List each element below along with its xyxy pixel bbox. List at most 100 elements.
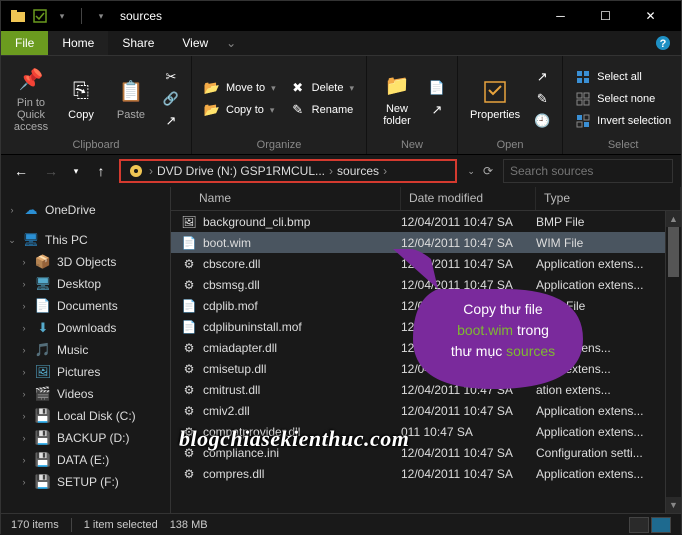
back-button[interactable]: ← [9, 159, 33, 183]
nav-item[interactable]: ›📄Documents [1, 295, 170, 317]
file-icon: 📄 [181, 235, 197, 251]
callout-line3: thư mục [451, 343, 506, 359]
file-type: Configuration setti... [536, 446, 681, 460]
nav-onedrive[interactable]: ›☁OneDrive [1, 199, 170, 221]
scroll-down-button[interactable]: ▼ [666, 497, 681, 513]
nav-item[interactable]: ›📦3D Objects [1, 251, 170, 273]
tab-view[interactable]: View [168, 31, 222, 55]
file-row[interactable]: ⚙cmiv2.dll12/04/2011 10:47 SAApplication… [171, 400, 681, 421]
address-bar-row: ← → ▾ ↑ › DVD Drive (N:) GSP1RMCUL... › … [1, 155, 681, 187]
col-header-date[interactable]: Date modified [401, 187, 536, 210]
scroll-thumb[interactable] [668, 227, 679, 277]
new-folder-button[interactable]: 📁 New folder [375, 70, 419, 129]
file-date: 011 10:47 SA [401, 425, 536, 439]
col-header-type[interactable]: Type [536, 187, 681, 210]
file-name: boot.wim [203, 236, 251, 250]
tab-share[interactable]: Share [108, 31, 168, 55]
ribbon-group-clipboard: 📌 Pin to Quick access ⎘ Copy 📋 Paste ✂ 🔗… [1, 56, 192, 154]
cut-icon: ✂ [163, 69, 179, 85]
file-date: 12/04/2011 10:47 SA [401, 404, 536, 418]
nav-item-icon: 🖥 [35, 276, 51, 292]
copy-to-button[interactable]: 📂Copy to▾ [200, 100, 280, 120]
nav-item-label: Videos [57, 387, 93, 401]
pin-to-quick-access-button[interactable]: 📌 Pin to Quick access [9, 64, 53, 135]
nav-item[interactable]: ›🎬Videos [1, 383, 170, 405]
clipboard-group-label: Clipboard [9, 138, 183, 152]
breadcrumb-folder[interactable]: sources [335, 164, 381, 178]
breadcrumb-sep[interactable]: › [381, 164, 389, 178]
file-icon: 📄 [181, 319, 197, 335]
breadcrumb-sep[interactable]: › [147, 164, 155, 178]
cut-button[interactable]: ✂ [159, 67, 183, 87]
file-name: cbscore.dll [203, 257, 260, 271]
new-folder-icon: 📁 [383, 72, 411, 100]
nav-item[interactable]: ›💾Local Disk (C:) [1, 405, 170, 427]
easy-access-button[interactable]: ↗ [425, 100, 449, 120]
nav-item[interactable]: ›🖥Desktop [1, 273, 170, 295]
col-header-name[interactable]: Name [171, 187, 401, 210]
tab-file[interactable]: File [1, 31, 48, 55]
up-button[interactable]: ↑ [89, 159, 113, 183]
ribbon: 📌 Pin to Quick access ⎘ Copy 📋 Paste ✂ 🔗… [1, 55, 681, 155]
ribbon-collapse-icon[interactable]: ⌄ [222, 31, 240, 55]
nav-item[interactable]: ›💾SETUP (F:) [1, 471, 170, 493]
recent-dropdown[interactable]: ▾ [69, 159, 83, 183]
view-large-button[interactable] [651, 517, 671, 533]
nav-item[interactable]: ›💾BACKUP (D:) [1, 427, 170, 449]
history-button[interactable]: 🕘 [530, 111, 554, 131]
rename-button[interactable]: ✎Rename [286, 100, 358, 120]
copy-path-button[interactable]: 🔗 [159, 89, 183, 109]
address-dropdown-icon[interactable]: ⌄ [467, 166, 475, 177]
qat-dropdown-icon[interactable]: ▾ [53, 7, 71, 25]
maximize-button[interactable]: ☐ [583, 1, 628, 31]
callout-line1: Copy thư file [463, 301, 542, 317]
edit-icon: ✎ [534, 91, 550, 107]
tab-home[interactable]: Home [48, 31, 108, 55]
view-details-button[interactable] [629, 517, 649, 533]
open-group-label: Open [466, 138, 554, 152]
nav-item-label: 3D Objects [57, 255, 116, 269]
copy-button[interactable]: ⎘ Copy [59, 76, 103, 123]
close-button[interactable]: ✕ [628, 1, 673, 31]
qat-overflow-icon[interactable]: ▾ [92, 7, 110, 25]
navigation-pane[interactable]: ›☁OneDrive ⌄🖥This PC ›📦3D Objects›🖥Deskt… [1, 187, 171, 513]
file-row[interactable]: ⚙compres.dll12/04/2011 10:47 SAApplicati… [171, 463, 681, 484]
scroll-track[interactable] [666, 227, 681, 497]
qat-checkbox-icon[interactable] [31, 7, 49, 25]
select-all-button[interactable]: Select all [571, 67, 675, 87]
vertical-scrollbar[interactable]: ▲ ▼ [665, 211, 681, 513]
invert-selection-button[interactable]: Invert selection [571, 111, 675, 131]
refresh-icon[interactable]: ⟳ [483, 164, 493, 178]
edit-button[interactable]: ✎ [530, 89, 554, 109]
address-bar[interactable]: › DVD Drive (N:) GSP1RMCUL... › sources … [119, 159, 457, 183]
paste-button[interactable]: 📋 Paste [109, 76, 153, 123]
callout-highlight2: sources [506, 343, 555, 359]
paste-shortcut-button[interactable]: ↗ [159, 111, 183, 131]
forward-button[interactable]: → [39, 159, 63, 183]
scroll-up-button[interactable]: ▲ [666, 211, 681, 227]
nav-item-icon: 💾 [35, 408, 51, 424]
nav-item[interactable]: ›⬇Downloads [1, 317, 170, 339]
breadcrumb-drive[interactable]: DVD Drive (N:) GSP1RMCUL... [155, 164, 327, 178]
breadcrumb-sep[interactable]: › [327, 164, 335, 178]
invert-icon [575, 113, 591, 129]
nav-thispc[interactable]: ⌄🖥This PC [1, 229, 170, 251]
open-button[interactable]: ↗ [530, 67, 554, 87]
nav-item[interactable]: ›💾DATA (E:) [1, 449, 170, 471]
minimize-button[interactable]: ─ [538, 1, 583, 31]
delete-button[interactable]: ✖Delete▾ [286, 78, 358, 98]
properties-button[interactable]: Properties [466, 76, 524, 123]
search-input[interactable] [510, 164, 666, 178]
search-box[interactable] [503, 159, 673, 183]
nav-item[interactable]: ›🖼Pictures [1, 361, 170, 383]
select-none-button[interactable]: Select none [571, 89, 675, 109]
nav-item[interactable]: ›🎵Music [1, 339, 170, 361]
move-to-button[interactable]: 📂Move to▾ [200, 78, 280, 98]
paste-label: Paste [117, 109, 145, 121]
new-item-button[interactable]: 📄 [425, 78, 449, 98]
file-row[interactable]: 🖼background_cli.bmp12/04/2011 10:47 SABM… [171, 211, 681, 232]
nav-item-label: Local Disk (C:) [57, 409, 136, 423]
status-bar: 170 items 1 item selected 138 MB [1, 513, 681, 535]
copyto-icon: 📂 [204, 102, 220, 118]
help-icon[interactable]: ? [649, 31, 677, 55]
